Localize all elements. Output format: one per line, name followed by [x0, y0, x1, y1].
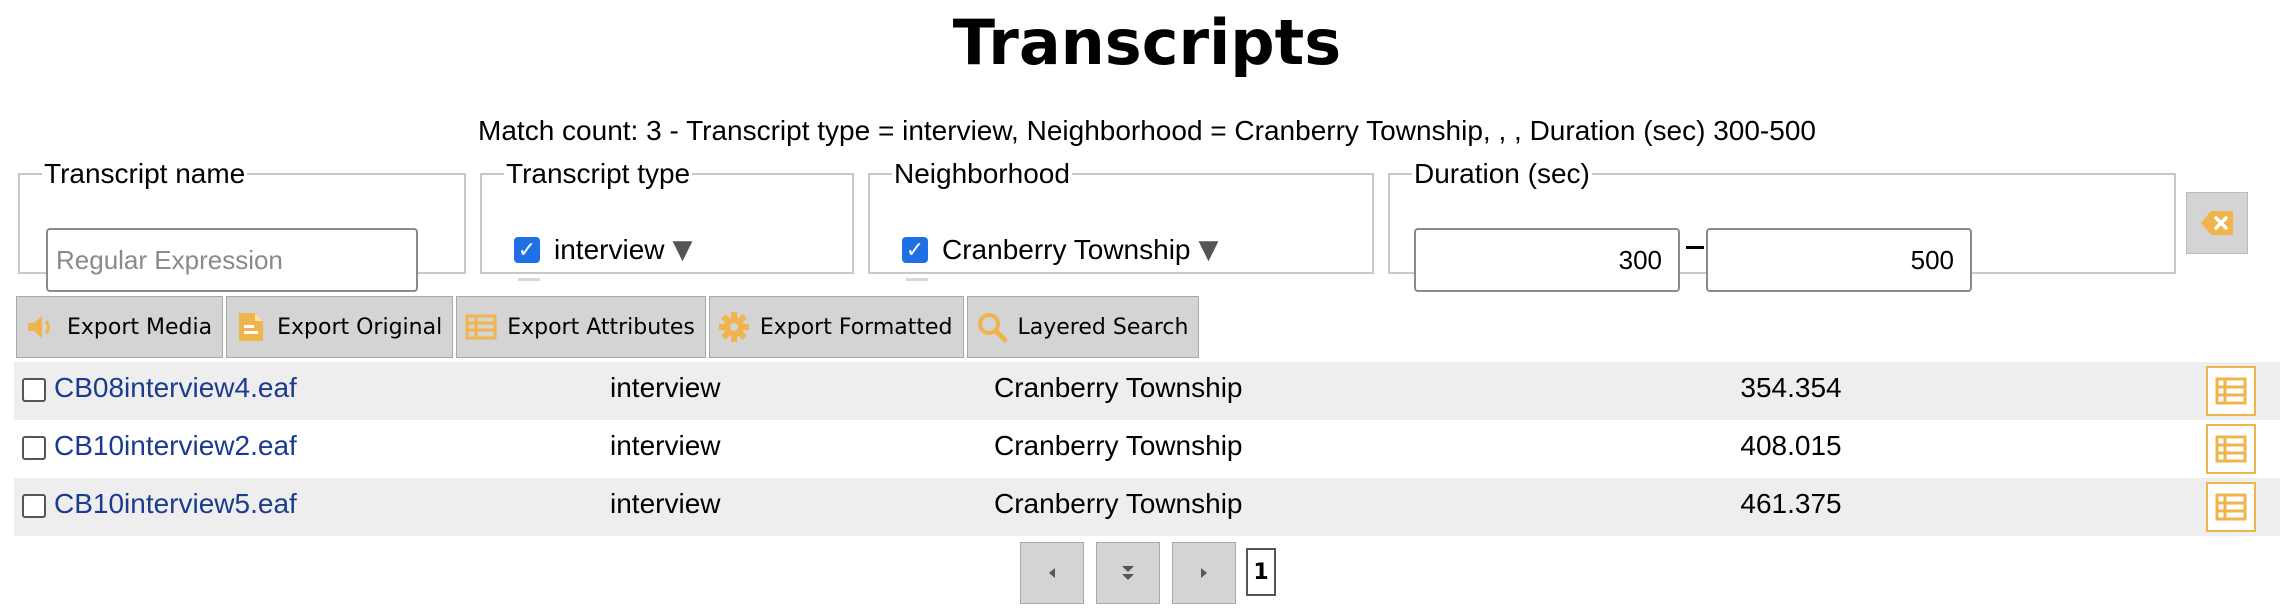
layered-search-label: Layered Search	[1017, 314, 1189, 340]
magnifier-icon	[977, 313, 1007, 343]
attributes-icon	[2215, 377, 2247, 405]
transcript-name-input[interactable]	[46, 228, 418, 292]
table-row: CB10interview5.eaf interview Cranberry T…	[14, 478, 2280, 536]
clear-icon	[2201, 211, 2233, 235]
all-icon	[1122, 566, 1134, 580]
transcript-type-cell: interview	[610, 488, 721, 519]
transcript-type-legend: Transcript type	[506, 158, 691, 189]
export-media-button[interactable]: Export Media	[16, 296, 224, 358]
row-checkbox[interactable]	[22, 378, 46, 402]
range-dash	[1686, 246, 1704, 249]
export-original-label: Export Original	[277, 314, 443, 340]
prev-icon	[1049, 568, 1055, 578]
next-page-button[interactable]	[1172, 542, 1236, 604]
list-divider	[518, 278, 540, 281]
transcript-link[interactable]: CB10interview2.eaf	[54, 430, 297, 462]
transcript-type-filter: Transcript type ✓ interview ▼	[480, 158, 854, 281]
transcript-name-legend: Transcript name	[44, 158, 246, 189]
neighborhood-filter: Neighborhood ✓ Cranberry Township ▼	[868, 158, 1374, 281]
row-checkbox[interactable]	[22, 494, 46, 518]
dropdown-caret-icon[interactable]: ▼	[672, 235, 692, 265]
neighborhood-cell: Cranberry Township	[994, 488, 1243, 519]
duration-cell: 461.375	[1740, 488, 1842, 519]
duration-from-input[interactable]	[1414, 228, 1680, 292]
page-number[interactable]: 1	[1246, 548, 1276, 596]
export-attributes-button[interactable]: Export Attributes	[456, 296, 706, 358]
export-media-label: Export Media	[67, 314, 213, 340]
row-checkbox[interactable]	[22, 436, 46, 460]
clear-filters-button[interactable]	[2186, 192, 2248, 254]
table-icon	[465, 314, 497, 340]
dropdown-caret-icon[interactable]: ▼	[1199, 235, 1219, 265]
neighborhood-option[interactable]: ✓ Cranberry Township ▼	[902, 234, 1219, 266]
attributes-button[interactable]	[2206, 424, 2256, 474]
transcript-type-value: interview	[554, 234, 665, 265]
list-divider	[906, 278, 928, 281]
duration-filter: Duration (sec)	[1388, 158, 2176, 292]
toolbar: Export Media Export Original Export Attr…	[16, 296, 1202, 358]
attributes-button[interactable]	[2206, 482, 2256, 532]
duration-cell: 408.015	[1740, 430, 1842, 461]
next-icon	[1201, 568, 1207, 578]
neighborhood-cell: Cranberry Township	[994, 372, 1243, 403]
attributes-icon	[2215, 493, 2247, 521]
attributes-button[interactable]	[2206, 366, 2256, 416]
document-icon	[239, 313, 264, 341]
table-row: CB10interview2.eaf interview Cranberry T…	[14, 420, 2280, 478]
layered-search-button[interactable]: Layered Search	[966, 296, 1200, 358]
export-original-button[interactable]: Export Original	[226, 296, 454, 358]
export-attributes-label: Export Attributes	[507, 314, 695, 340]
match-summary: Match count: 3 - Transcript type = inter…	[478, 115, 1816, 146]
attributes-icon	[2215, 435, 2247, 463]
transcript-link[interactable]: CB10interview5.eaf	[54, 488, 297, 520]
transcript-link[interactable]: CB08interview4.eaf	[54, 372, 297, 404]
speaker-icon	[28, 316, 50, 338]
transcript-type-cell: interview	[610, 430, 721, 461]
table-row: CB08interview4.eaf interview Cranberry T…	[14, 362, 2280, 420]
duration-cell: 354.354	[1740, 372, 1842, 403]
transcript-type-cell: interview	[610, 372, 721, 403]
duration-legend: Duration (sec)	[1414, 158, 1590, 189]
neighborhood-checkbox[interactable]: ✓	[902, 237, 928, 263]
page-title: Transcripts	[952, 6, 1342, 79]
neighborhood-legend: Neighborhood	[894, 158, 1070, 189]
export-formatted-label: Export Formatted	[759, 314, 953, 340]
prev-page-button[interactable]	[1020, 542, 1084, 604]
gear-icon	[718, 312, 749, 342]
transcript-type-option[interactable]: ✓ interview ▼	[514, 234, 692, 266]
show-all-button[interactable]	[1096, 542, 1160, 604]
duration-to-input[interactable]	[1706, 228, 1972, 292]
transcript-type-checkbox[interactable]: ✓	[514, 237, 540, 263]
neighborhood-value: Cranberry Township	[942, 234, 1191, 265]
export-formatted-button[interactable]: Export Formatted	[708, 296, 964, 358]
neighborhood-cell: Cranberry Township	[994, 430, 1243, 461]
transcript-name-filter: Transcript name	[18, 158, 466, 292]
